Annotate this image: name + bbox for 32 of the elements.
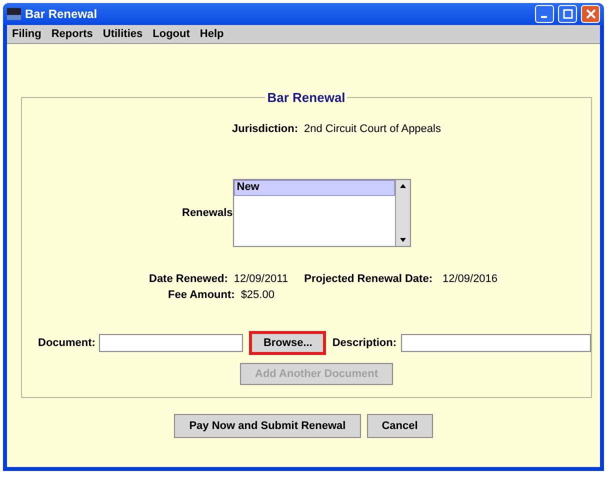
document-field[interactable] xyxy=(99,334,244,352)
maximize-button[interactable] xyxy=(558,5,577,23)
window-title: Bar Renewal xyxy=(25,7,98,21)
action-button[interactable]: Pay Now and Submit Renewal xyxy=(174,414,361,438)
description-field[interactable] xyxy=(400,334,591,352)
list-item[interactable]: New xyxy=(234,180,395,196)
field-value: $25.00 xyxy=(240,289,274,301)
action-button[interactable]: Cancel xyxy=(366,414,433,438)
close-icon xyxy=(586,9,596,19)
browse-button[interactable]: Browse... xyxy=(249,331,326,355)
field-label: Fee Amount: xyxy=(168,289,235,301)
app-icon xyxy=(7,8,21,20)
field-value: 12/09/2011 xyxy=(234,273,288,285)
renewals-list[interactable]: New xyxy=(232,179,411,247)
maximize-icon xyxy=(562,9,572,19)
field-value: 12/09/2016 xyxy=(442,273,498,285)
field-value: 2nd Circuit Court of Appeals xyxy=(304,123,441,135)
field-label: Renewals xyxy=(182,207,233,219)
menu-item[interactable]: Filing xyxy=(12,28,42,40)
field-label: Document: xyxy=(38,337,96,349)
menu-item[interactable]: Logout xyxy=(152,28,190,40)
panel-title: Bar Renewal xyxy=(266,90,346,105)
field-label: Description: xyxy=(332,337,397,349)
field-label: Date Renewed: xyxy=(149,273,228,285)
scrollbar[interactable] xyxy=(394,180,410,246)
menu-item[interactable]: Reports xyxy=(51,28,93,40)
field-label: Jurisdiction: xyxy=(232,123,298,135)
menu-item[interactable]: Help xyxy=(200,28,224,40)
menu-item[interactable]: Utilities xyxy=(102,28,143,40)
minimize-button[interactable] xyxy=(535,5,554,23)
field-label: Projected Renewal Date: xyxy=(304,273,432,285)
close-button[interactable] xyxy=(581,5,600,23)
